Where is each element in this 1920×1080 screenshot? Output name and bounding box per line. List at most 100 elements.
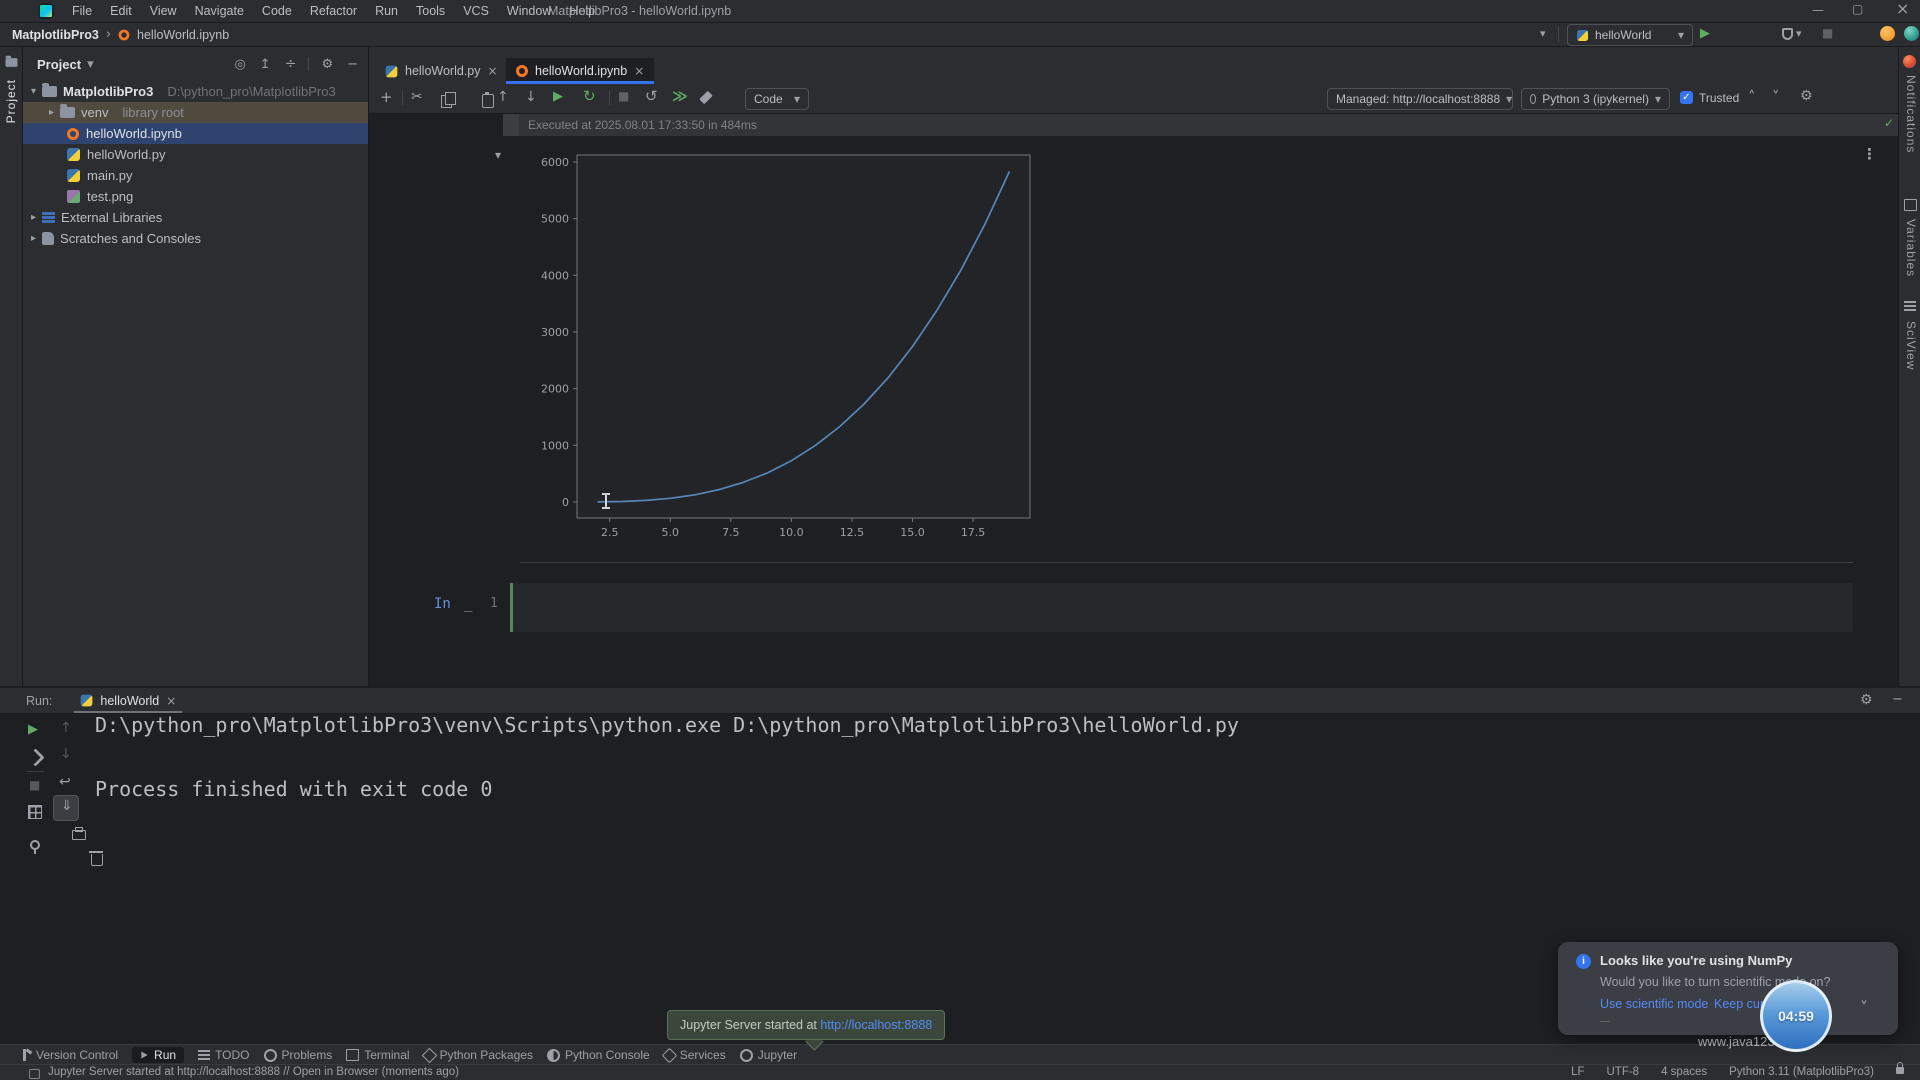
tree-row-scratches[interactable]: ▸ Scratches and Consoles	[23, 228, 368, 249]
notification-collapse[interactable]: —	[1600, 1016, 1610, 1027]
sciview-stripe-icon[interactable]	[1904, 301, 1916, 311]
run-config-selector[interactable]: helloWorld ▾	[1567, 24, 1693, 46]
minimize-button[interactable]: —	[1812, 4, 1824, 16]
output-kebab-menu-icon[interactable]: ⋮	[1862, 147, 1877, 162]
menu-navigate[interactable]: Navigate	[187, 4, 252, 18]
stripe-project-label[interactable]: Project	[4, 79, 18, 123]
locate-file-icon[interactable]: ◎	[234, 58, 245, 71]
tab-helloworld-py[interactable]: helloWorld.py ×	[375, 58, 508, 84]
tree-row-root[interactable]: ▾ MatplotlibPro3 D:\python_pro\Matplotli…	[23, 81, 368, 102]
tab-helloworld-ipynb[interactable]: helloWorld.ipynb ×	[506, 58, 654, 84]
restart-kernel-icon[interactable]: ↻	[583, 89, 596, 104]
menu-refactor[interactable]: Refactor	[302, 4, 365, 18]
indent-widget[interactable]: 4 spaces	[1661, 1066, 1707, 1078]
tool-button-python-packages[interactable]: Python Packages	[424, 1048, 533, 1062]
kernel-selector[interactable]: Python 3 (ipykernel) ▾	[1521, 88, 1670, 110]
collapse-output-icon[interactable]: ▾	[495, 149, 501, 161]
hide-panel-icon[interactable]: −	[347, 58, 358, 71]
run-all-cells-icon[interactable]: ≫	[672, 89, 688, 104]
project-title-dropdown-icon[interactable]: ▾	[87, 58, 94, 71]
breadcrumb-project[interactable]: MatplotlibPro3	[12, 28, 99, 42]
cut-cell-icon[interactable]: ✂	[411, 90, 423, 104]
clear-outputs-icon[interactable]	[699, 91, 712, 104]
tool-button-todo[interactable]: TODO	[198, 1048, 249, 1062]
print-icon[interactable]	[72, 830, 86, 840]
notebook-settings-gear-icon[interactable]: ⚙	[1800, 89, 1813, 103]
rerun-button[interactable]: ▶	[28, 723, 38, 736]
coverage-button[interactable]	[1782, 28, 1793, 40]
jupyter-server-selector[interactable]: Managed: http://localhost:8888 ▾	[1327, 88, 1513, 110]
tool-button-problems[interactable]: Problems	[264, 1048, 333, 1062]
chevron-right-icon[interactable]: ▸	[31, 234, 36, 244]
add-cell-icon[interactable]: +	[380, 90, 393, 105]
breadcrumb-file[interactable]: helloWorld.ipynb	[137, 28, 229, 42]
stripe-variables-label[interactable]: Variables	[1904, 219, 1918, 277]
menu-vcs[interactable]: VCS	[455, 4, 497, 18]
notification-chevron-down-icon[interactable]: ˅	[1860, 1000, 1868, 1016]
soft-wrap-icon[interactable]: ↩	[59, 775, 71, 789]
user-dropdown-icon[interactable]: ▾	[1540, 28, 1546, 39]
clear-all-icon[interactable]	[91, 854, 103, 866]
tool-button-services[interactable]: Services	[664, 1048, 726, 1062]
lock-icon[interactable]	[1896, 1067, 1904, 1074]
plugin-teal-icon[interactable]	[1904, 26, 1919, 41]
paste-cell-icon[interactable]	[482, 94, 494, 108]
expand-all-icon[interactable]: ↥	[260, 58, 271, 71]
interpreter-widget[interactable]: Python 3.11 (MatplotlibPro3)	[1729, 1066, 1874, 1078]
restore-layout-icon[interactable]	[28, 805, 42, 819]
status-message-icon[interactable]	[29, 1069, 39, 1079]
tree-row-ipynb[interactable]: helloWorld.ipynb	[23, 123, 368, 144]
maximize-button[interactable]: ▢	[1852, 3, 1863, 15]
menu-code[interactable]: Code	[254, 4, 300, 18]
tool-button-run[interactable]: Run	[132, 1047, 184, 1063]
menu-view[interactable]: View	[142, 4, 185, 18]
recording-timer-overlay[interactable]: 04:59	[1760, 980, 1832, 1052]
menu-run[interactable]: Run	[367, 4, 406, 18]
copy-cell-icon[interactable]	[441, 95, 452, 108]
tree-row-testpng[interactable]: test.png	[23, 186, 368, 207]
move-cell-up-icon[interactable]: ↑	[497, 90, 509, 104]
run-settings-gear-icon[interactable]: ⚙	[1860, 693, 1873, 707]
status-message[interactable]: Jupyter Server started at http://localho…	[48, 1066, 459, 1078]
plugin-orange-icon[interactable]	[1880, 26, 1895, 41]
variables-stripe-icon[interactable]	[1904, 199, 1917, 211]
move-cell-down-icon[interactable]: ↓	[525, 90, 537, 104]
notifications-stripe-icon[interactable]	[1903, 55, 1916, 68]
stripe-notifications-label[interactable]: Notifications	[1904, 75, 1918, 153]
encoding-widget[interactable]: UTF-8	[1606, 1066, 1639, 1078]
run-tab[interactable]: helloWorld ×	[74, 688, 182, 713]
tree-row-external-libraries[interactable]: ▸ External Libraries	[23, 207, 368, 228]
tooltip-link[interactable]: http://localhost:8888	[820, 1018, 932, 1032]
menu-edit[interactable]: Edit	[102, 4, 140, 18]
close-button[interactable]: ×	[1896, 1, 1909, 17]
trusted-checkbox[interactable]: ✓	[1680, 91, 1693, 104]
edit-configuration-icon[interactable]	[26, 748, 44, 766]
use-scientific-mode-link[interactable]: Use scientific mode	[1600, 997, 1708, 1011]
project-panel-title[interactable]: Project	[37, 57, 81, 72]
tool-button-python-console[interactable]: Python Console	[547, 1048, 650, 1062]
close-tab-icon[interactable]: ×	[166, 695, 176, 707]
numpy-notification[interactable]: i Looks like you're using NumPy Would yo…	[1558, 942, 1898, 1035]
coverage-dropdown-icon[interactable]: ▾	[1796, 28, 1802, 39]
project-settings-gear-icon[interactable]: ⚙	[321, 58, 333, 71]
code-cell-input[interactable]	[513, 583, 1853, 632]
inspection-ok-icon[interactable]: ✓	[1884, 117, 1894, 129]
line-separator-widget[interactable]: LF	[1571, 1066, 1584, 1078]
close-tab-icon[interactable]: ×	[634, 65, 644, 77]
chevron-right-icon[interactable]: ▸	[31, 213, 36, 223]
chevron-down-icon[interactable]: ▾	[31, 87, 36, 97]
tool-button-terminal[interactable]: Terminal	[346, 1048, 409, 1062]
menu-tools[interactable]: Tools	[408, 4, 453, 18]
next-cell-icon[interactable]: ˅	[1772, 90, 1780, 105]
stripe-sciview-label[interactable]: SciView	[1904, 321, 1918, 370]
run-cell-icon[interactable]: ▶	[553, 90, 563, 103]
tool-button-jupyter[interactable]: Jupyter	[740, 1048, 797, 1062]
cell-type-selector[interactable]: Code ▾	[745, 88, 809, 110]
tool-button-version-control[interactable]: Version Control	[18, 1048, 118, 1062]
tree-row-hellopy[interactable]: helloWorld.py	[23, 144, 368, 165]
collapse-all-icon[interactable]: ÷	[285, 57, 297, 71]
scroll-to-end-icon[interactable]: ⇓	[61, 799, 73, 813]
prev-cell-icon[interactable]: ˄	[1748, 90, 1756, 105]
menu-file[interactable]: File	[64, 4, 100, 18]
run-button[interactable]: ▶	[1700, 27, 1710, 40]
